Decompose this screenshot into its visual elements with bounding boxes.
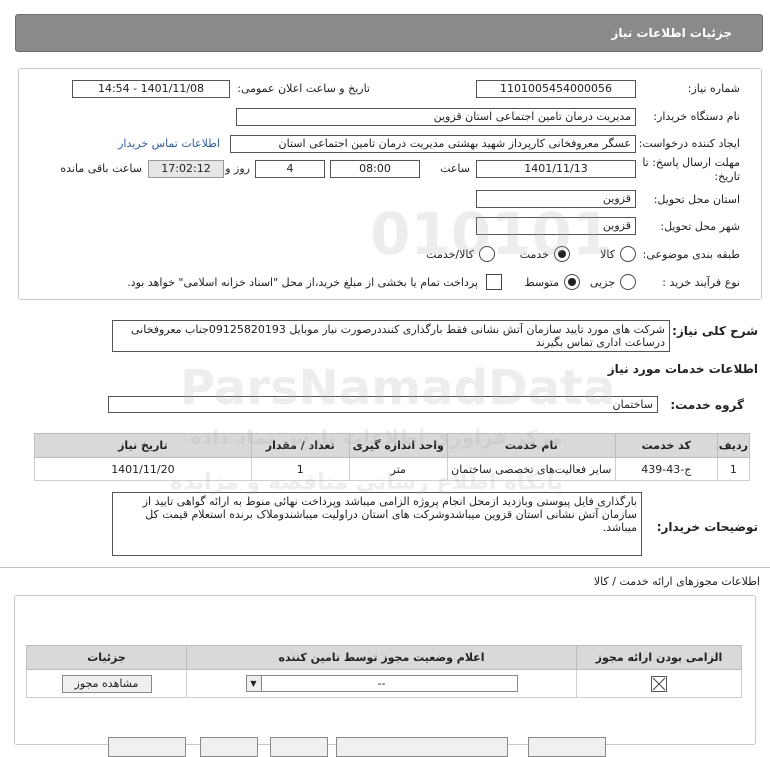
permits-section-title: اطلاعات مجوزهای ارائه خدمت / کالا	[593, 575, 760, 588]
description-text[interactable]: شرکت های مورد تایید سازمان آتش نشانی فقط…	[112, 320, 670, 352]
col-qty: تعداد / مقدار	[250, 433, 350, 458]
permits-table-wrap: الزامی بودن ارائه مجوز اعلام وضعیت مجوز …	[26, 645, 742, 698]
province-field[interactable]: قزوین	[476, 190, 636, 208]
bottom-button-4[interactable]	[336, 737, 508, 757]
bottom-button-1[interactable]	[108, 737, 186, 757]
col-name: نام خدمت	[446, 433, 616, 458]
buyer-notes-label: توضیحات خریدار:	[656, 520, 758, 534]
category-goods-radio[interactable]	[620, 246, 636, 262]
process-minor-label: جزیی	[589, 276, 615, 289]
required-checkbox-icon	[651, 675, 667, 692]
col-unit: واحد اندازه گیری	[348, 433, 448, 458]
cell-date: 1401/11/20	[34, 457, 252, 481]
deadline-date-field[interactable]: 1401/11/13	[476, 160, 636, 178]
remaining-time-field: 17:02:12	[148, 160, 224, 178]
process-medium-radio[interactable]	[564, 274, 580, 290]
announce-field[interactable]: 1401/11/08 - 14:54	[72, 80, 230, 98]
days-field[interactable]: 4	[255, 160, 325, 178]
col-permit-details: جزئیات	[26, 645, 187, 670]
page-title-bar: جزئیات اطلاعات نیاز	[15, 14, 763, 52]
cell-row: 1	[716, 457, 751, 481]
cell-unit: متر	[348, 457, 448, 481]
cell-qty: 1	[250, 457, 350, 481]
creator-label: ایجاد کننده درخواست:	[638, 137, 740, 150]
treasury-payment-checkbox[interactable]	[486, 274, 502, 290]
city-label: شهر محل تحویل:	[660, 220, 740, 233]
services-table-wrap: ردیف کد خدمت نام خدمت واحد اندازه گیری ت…	[34, 433, 751, 481]
category-label: طبقه بندی موضوعی:	[642, 248, 740, 261]
cell-code: ج-43-439	[614, 457, 718, 481]
announce-label: تاریخ و ساعت اعلان عمومی:	[237, 82, 370, 95]
time-label: ساعت	[440, 162, 470, 175]
category-both-radio[interactable]	[479, 246, 495, 262]
permit-status-select[interactable]: -- ▼	[245, 675, 518, 692]
permits-divider	[0, 567, 770, 568]
permits-table-header: الزامی بودن ارائه مجوز اعلام وضعیت مجوز …	[26, 645, 742, 670]
col-permit-status: اعلام وضعیت مجوز توسط تامین کننده	[186, 645, 577, 670]
bottom-button-5[interactable]	[528, 737, 606, 757]
cell-permit-status: -- ▼	[186, 669, 577, 698]
service-group-label: گروه خدمت:	[670, 398, 744, 412]
cell-name: سایر فعالیت‌های تخصصی ساختمان	[446, 457, 616, 481]
process-minor-radio[interactable]	[620, 274, 636, 290]
bottom-button-3[interactable]	[270, 737, 328, 757]
payment-note: پرداخت تمام یا بخشی از مبلغ خرید،از محل …	[127, 276, 478, 289]
need-number-field[interactable]: 1101005454000056	[476, 80, 636, 98]
view-permit-button[interactable]: مشاهده مجوز	[61, 674, 152, 693]
col-code: کد خدمت	[614, 433, 718, 458]
services-table: ردیف کد خدمت نام خدمت واحد اندازه گیری ت…	[34, 433, 751, 481]
buyer-field[interactable]: مدیریت درمان تامین اجتماعی استان قزوین	[236, 108, 636, 126]
table-row: -- ▼ مشاهده مجوز	[26, 669, 742, 698]
creator-field[interactable]: عسگر معروفخانی کارپرداز شهید بهشتی مدیری…	[230, 135, 636, 153]
contact-info-link[interactable]: اطلاعات تماس خریدار	[118, 137, 220, 150]
permit-status-value: --	[377, 677, 386, 690]
page-title: جزئیات اطلاعات نیاز	[611, 26, 732, 40]
permits-table: الزامی بودن ارائه مجوز اعلام وضعیت مجوز …	[26, 645, 742, 698]
service-group-field[interactable]: ساختمان	[108, 396, 658, 413]
category-both-label: کالا/خدمت	[426, 248, 474, 261]
buyer-label: نام دستگاه خریدار:	[653, 110, 740, 123]
bottom-button-2[interactable]	[200, 737, 258, 757]
need-details-panel	[18, 68, 762, 300]
category-service-radio[interactable]	[554, 246, 570, 262]
buyer-notes-text[interactable]: بارگذاری فایل پیوستی وبازدید ازمحل انجام…	[112, 492, 642, 556]
col-date: تاریخ نیاز	[34, 433, 252, 458]
services-table-header: ردیف کد خدمت نام خدمت واحد اندازه گیری ت…	[34, 433, 751, 458]
table-row[interactable]: 1 ج-43-439 سایر فعالیت‌های تخصصی ساختمان…	[34, 457, 751, 481]
col-permit-required: الزامی بودن ارائه مجوز	[576, 645, 742, 670]
province-label: استان محل تحویل:	[653, 193, 740, 206]
description-label: شرح کلی نیاز:	[672, 324, 758, 338]
col-row: ردیف	[716, 433, 751, 458]
need-number-label: شماره نیاز:	[687, 82, 740, 95]
cell-permit-details: مشاهده مجوز	[26, 669, 187, 698]
chevron-down-icon[interactable]: ▼	[246, 676, 262, 691]
category-goods-label: کالا	[600, 248, 615, 261]
city-field[interactable]: قزوین	[476, 217, 636, 235]
services-section-title: اطلاعات خدمات مورد نیاز	[607, 362, 758, 376]
process-label: نوع فرآیند خرید :	[662, 276, 740, 289]
deadline-label: مهلت ارسال پاسخ: تا تاریخ:	[642, 156, 740, 183]
cell-permit-required	[576, 669, 742, 698]
days-label: روز و	[225, 162, 250, 175]
category-service-label: خدمت	[519, 248, 549, 261]
remaining-label: ساعت باقی مانده	[60, 162, 142, 175]
deadline-time-field[interactable]: 08:00	[330, 160, 420, 178]
process-medium-label: متوسط	[524, 276, 559, 289]
